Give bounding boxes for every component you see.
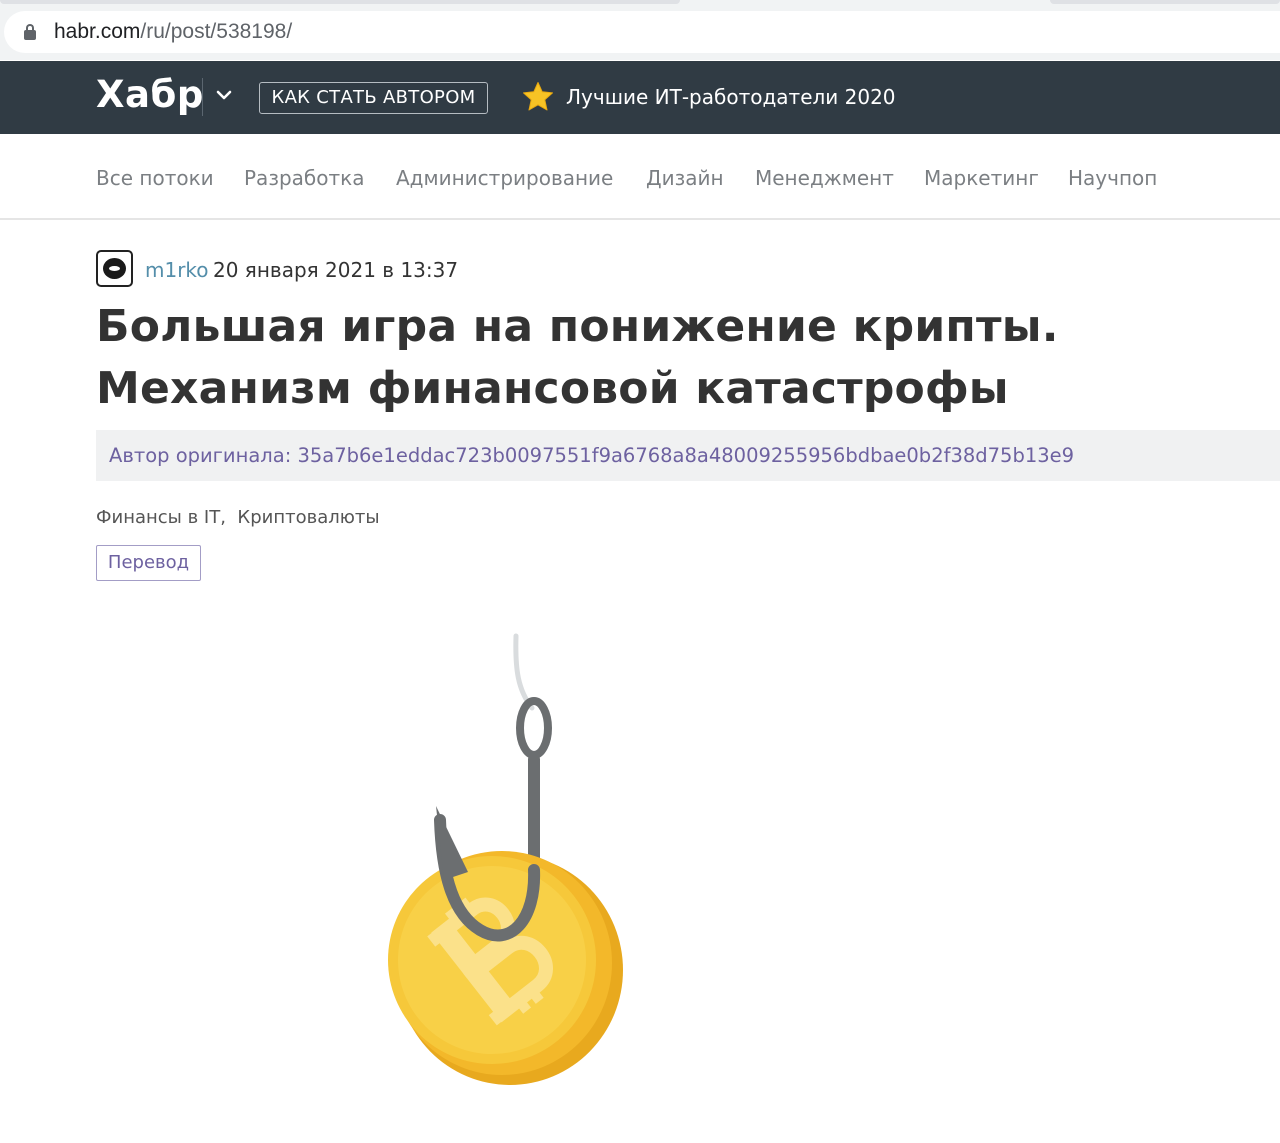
chevron-down-icon[interactable] (214, 85, 234, 105)
avatar[interactable] (96, 250, 133, 287)
avatar-image (103, 258, 126, 279)
how-to-become-author-button[interactable]: КАК СТАТЬ АВТОРОМ (259, 82, 488, 114)
nav-item-admin[interactable]: Администрирование (396, 166, 613, 190)
browser-toolbar: habr.com/ru/post/538198/ (0, 0, 1280, 60)
flows-nav: Все потоки Разработка Администрирование … (0, 134, 1280, 220)
translation-badge[interactable]: Перевод (96, 545, 201, 581)
post-date: 20 января 2021 в 13:37 (213, 258, 459, 282)
hub-link[interactable]: Финансы в IT (96, 507, 220, 528)
url-path: /ru/post/538198/ (140, 20, 293, 43)
browser-tab[interactable] (1050, 0, 1280, 4)
hubs-list: Финансы в IT, Криптовалюты (96, 507, 380, 528)
post-title: Большая игра на понижение крипты. Механи… (96, 301, 1059, 414)
best-employers-link[interactable]: Лучшие ИТ-работодатели 2020 (566, 85, 896, 109)
post-illustration (360, 630, 650, 1100)
habr-logo[interactable]: Хабр (96, 73, 204, 116)
address-bar[interactable]: habr.com/ru/post/538198/ (4, 11, 1280, 53)
url-host: habr.com (54, 20, 141, 43)
nav-item-popsci[interactable]: Научпоп (1068, 166, 1157, 190)
nav-item-design[interactable]: Дизайн (646, 166, 724, 190)
author-link[interactable]: m1rko (145, 258, 209, 282)
hub-link[interactable]: Криптовалюты (237, 507, 379, 528)
site-header: Хабр КАК СТАТЬ АВТОРОМ Лучшие ИТ-работод… (0, 61, 1280, 134)
tab-strip (0, 0, 1280, 6)
star-icon (522, 81, 554, 113)
original-author-box: Автор оригинала: 35a7b6e1eddac723b009755… (96, 430, 1280, 481)
original-author-link[interactable]: Автор оригинала: 35a7b6e1eddac723b009755… (109, 444, 1074, 467)
nav-item-all[interactable]: Все потоки (96, 166, 214, 190)
hub-separator: , (220, 507, 226, 528)
nav-item-management[interactable]: Менеджмент (755, 166, 894, 190)
url-text[interactable]: habr.com/ru/post/538198/ (54, 20, 292, 44)
divider (202, 78, 203, 116)
lock-icon[interactable] (24, 24, 36, 40)
nav-item-marketing[interactable]: Маркетинг (924, 166, 1039, 190)
browser-tab[interactable] (0, 0, 680, 4)
nav-item-develop[interactable]: Разработка (244, 166, 364, 190)
